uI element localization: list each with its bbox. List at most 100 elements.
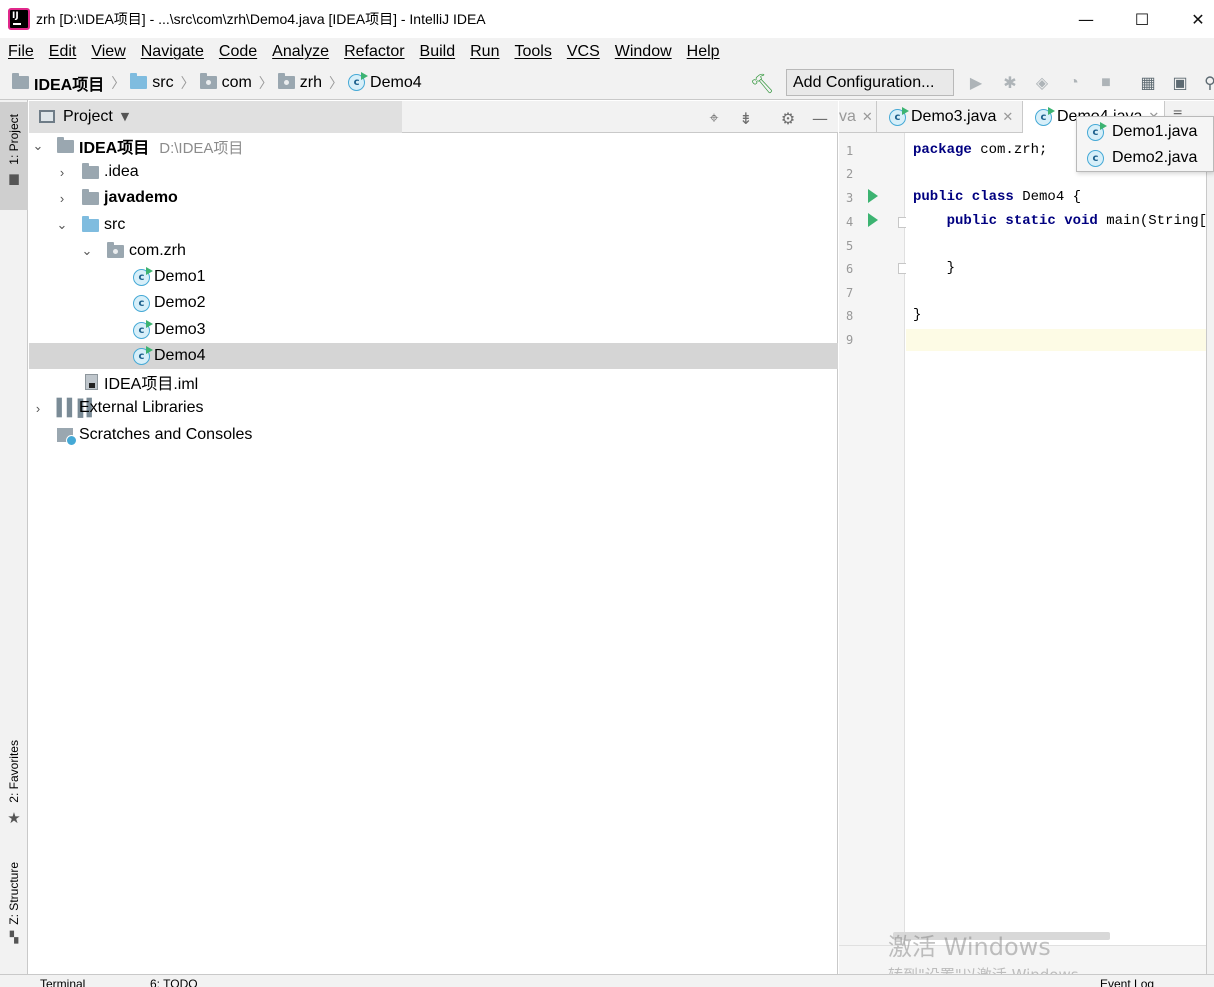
code-line: } xyxy=(913,307,922,323)
project-panel-title: Project xyxy=(63,107,113,125)
debug-icon[interactable]: ✱ xyxy=(1000,73,1020,93)
chevron-right-icon[interactable]: › xyxy=(55,191,69,206)
folder-icon xyxy=(82,162,99,179)
breadcrumb-demo4[interactable]: c Demo4 xyxy=(348,72,422,92)
title-bar: zrh [D:\IDEA项目] - ...\src\com\zrh\Demo4.… xyxy=(0,0,1214,38)
tree-item-label: IDEA项目.iml xyxy=(104,376,199,393)
menu-run[interactable]: Run xyxy=(470,43,499,61)
profile-icon[interactable]: ◔ xyxy=(1064,73,1084,93)
build-hammer-icon[interactable]: 🔨︎ xyxy=(750,72,774,96)
tree-item-label: Scratches and Consoles xyxy=(79,426,253,443)
status-todo[interactable]: 6: TODO xyxy=(150,977,198,987)
tree-row[interactable]: ⌄ IDEA项目 D:\IDEA项目 xyxy=(29,133,838,159)
code-editor[interactable]: package com.zrh; public class Demo4 { pu… xyxy=(906,133,1206,945)
menu-view[interactable]: View xyxy=(91,43,125,61)
menu-refactor[interactable]: Refactor xyxy=(344,43,404,61)
iml-file-icon xyxy=(85,374,98,390)
close-tab-icon[interactable]: ✕ xyxy=(862,109,873,125)
star-icon: ★ xyxy=(7,808,21,827)
line-number: 6 xyxy=(846,262,854,276)
minimize-button[interactable]: — xyxy=(1058,0,1114,38)
status-terminal[interactable]: Terminal xyxy=(40,977,85,987)
tool-tab-favorites[interactable]: 2: Favorites ★ xyxy=(0,740,28,840)
tree-item-label: External Libraries xyxy=(79,399,204,416)
menu-edit[interactable]: Edit xyxy=(49,43,77,61)
breadcrumb-src[interactable]: src xyxy=(130,73,174,92)
editor-tab[interactable]: c Demo3.java ✕ xyxy=(877,101,1023,133)
intellij-logo-icon xyxy=(8,8,30,30)
java-class-icon: c xyxy=(1087,149,1104,167)
breadcrumb-separator: 〉 xyxy=(329,74,344,91)
maximize-button[interactable]: ☐ xyxy=(1114,0,1170,38)
menu-bar: File Edit View Navigate Code Analyze Ref… xyxy=(0,38,1214,66)
editor-tab-truncated[interactable]: va ✕ xyxy=(839,101,877,133)
breadcrumb-zrh[interactable]: zrh xyxy=(277,73,322,92)
menu-build[interactable]: Build xyxy=(420,43,456,61)
gear-icon[interactable]: ⚙ xyxy=(779,109,797,128)
java-class-icon: c xyxy=(133,345,153,365)
menu-vcs[interactable]: VCS xyxy=(567,43,600,61)
close-button[interactable]: ✕ xyxy=(1170,0,1214,38)
menu-code[interactable]: Code xyxy=(219,43,257,61)
tree-row[interactable]: › .idea xyxy=(29,159,838,185)
tree-item-label: src xyxy=(104,216,126,233)
tree-item-label: .idea xyxy=(104,163,139,180)
search-icon[interactable]: ⚲ xyxy=(1200,73,1214,93)
popup-item[interactable]: c Demo1.java xyxy=(1087,120,1197,144)
run-icon[interactable]: ▶ xyxy=(966,73,986,93)
tree-row[interactable]: ⌄ src xyxy=(29,212,838,238)
tree-row-selected[interactable]: c Demo4 xyxy=(29,343,838,369)
project-view-icon xyxy=(39,110,55,123)
project-structure-icon[interactable]: ▦ xyxy=(1138,73,1158,93)
sdk-icon[interactable]: ▣ xyxy=(1170,73,1190,93)
tree-row[interactable]: ⌄ com.zrh xyxy=(29,238,838,264)
chevron-down-icon[interactable]: ⌄ xyxy=(80,243,94,259)
locate-icon[interactable]: ⌖ xyxy=(705,108,723,127)
line-number: 3 xyxy=(846,191,854,205)
run-gutter-icon[interactable] xyxy=(868,213,878,227)
menu-file[interactable]: File xyxy=(8,43,34,61)
add-configuration-button[interactable]: Add Configuration... xyxy=(786,69,954,96)
status-event-log[interactable]: Event Log xyxy=(1100,977,1154,987)
tool-tab-structure[interactable]: Z: Structure ▚ xyxy=(0,862,28,962)
menu-tools[interactable]: Tools xyxy=(514,43,551,61)
tree-item-label: com.zrh xyxy=(129,242,186,259)
project-view-selector[interactable]: Project ▼ xyxy=(29,100,402,133)
tree-row[interactable]: › javademo xyxy=(29,185,838,211)
menu-navigate[interactable]: Navigate xyxy=(141,43,204,61)
java-class-icon: c xyxy=(133,294,150,312)
tool-tab-project[interactable]: 1: Project ▆ xyxy=(0,102,28,210)
chevron-down-icon[interactable]: ⌄ xyxy=(31,138,45,154)
collapse-all-icon[interactable]: ⇟ xyxy=(737,109,755,128)
coverage-icon[interactable]: ◈ xyxy=(1032,73,1052,93)
popup-item[interactable]: c Demo2.java xyxy=(1087,146,1197,170)
breadcrumb-com[interactable]: com xyxy=(199,73,252,92)
chevron-down-icon[interactable]: ⌄ xyxy=(55,217,69,233)
package-icon xyxy=(107,241,124,258)
menu-analyze[interactable]: Analyze xyxy=(272,43,329,61)
chevron-right-icon[interactable]: › xyxy=(55,165,69,180)
tree-row[interactable]: c Demo3 xyxy=(29,317,838,343)
tree-row[interactable]: c Demo1 xyxy=(29,264,838,290)
menu-help[interactable]: Help xyxy=(687,43,720,61)
tab-list-popup: c Demo1.java c Demo2.java xyxy=(1076,116,1214,172)
chevron-right-icon[interactable]: › xyxy=(31,401,45,416)
run-gutter-icon[interactable] xyxy=(868,189,878,203)
right-tool-strip xyxy=(1206,133,1214,974)
close-tab-icon[interactable]: ✕ xyxy=(1002,109,1013,125)
stop-icon[interactable]: ■ xyxy=(1096,73,1116,93)
editor-gutter: 1 2 3 4 5 6 7 8 9 xyxy=(839,133,909,945)
hide-panel-icon[interactable]: — xyxy=(811,109,829,128)
tree-row[interactable]: › ▍▍▌▍ External Libraries xyxy=(29,395,838,421)
menu-window[interactable]: Window xyxy=(615,43,672,61)
tree-row[interactable]: IDEA项目.iml xyxy=(29,369,838,395)
java-class-icon: c xyxy=(1087,121,1107,141)
java-class-icon: c xyxy=(889,106,909,126)
breadcrumb-project[interactable]: IDEA项目 xyxy=(12,71,104,95)
tree-item-label: Demo1 xyxy=(154,268,206,285)
module-folder-icon xyxy=(12,73,29,89)
tree-row[interactable]: Scratches and Consoles xyxy=(29,422,838,448)
tree-row[interactable]: c Demo2 xyxy=(29,290,838,316)
window-title: zrh [D:\IDEA项目] - ...\src\com\zrh\Demo4.… xyxy=(36,11,486,27)
project-panel-header: Project ▼ ⌖ ⇟ ⚙ — xyxy=(29,100,838,133)
